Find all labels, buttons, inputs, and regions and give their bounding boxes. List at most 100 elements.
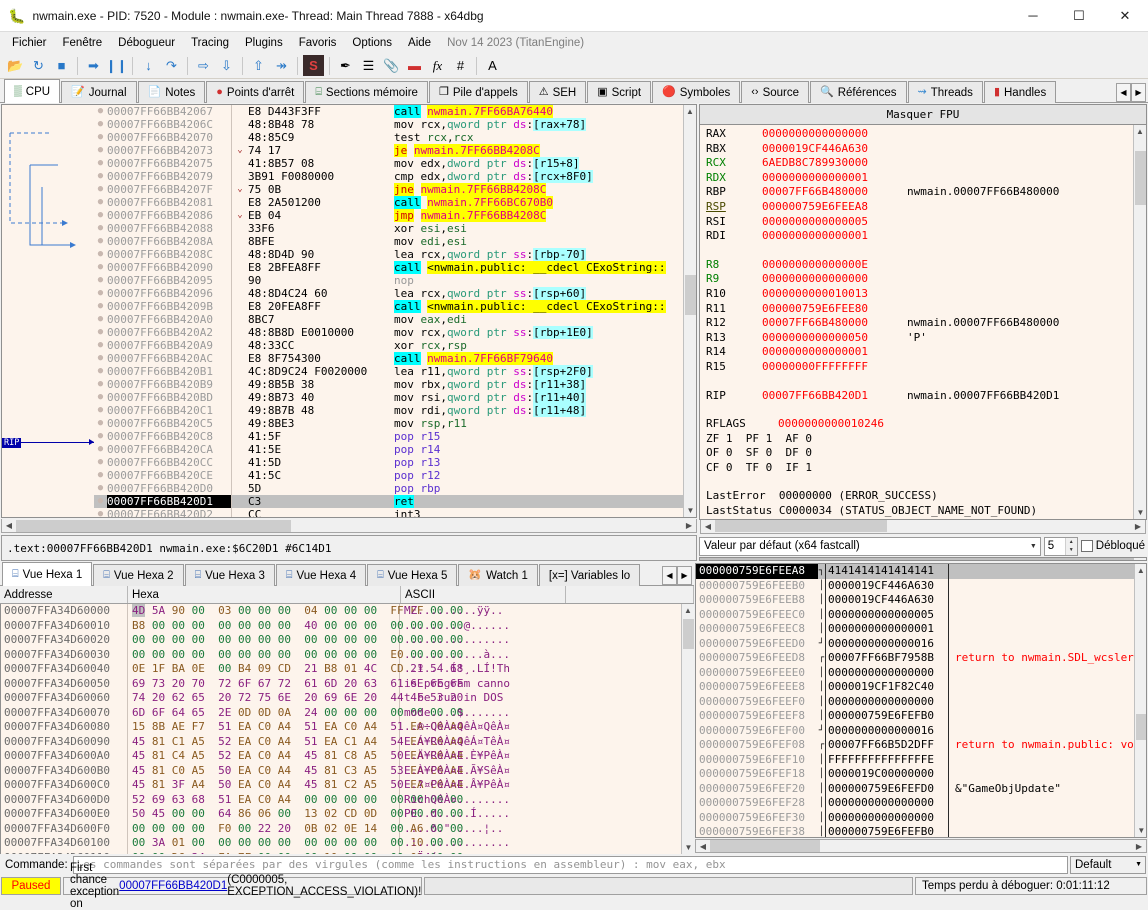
breakpoint-dot-icon[interactable]: ● xyxy=(94,404,107,417)
register-row[interactable]: R10 0000000000010013 xyxy=(706,287,1133,302)
dump-hex-bytes[interactable]: 00 00 00 00 F0 00 22 20 0B 02 0E 14 00 A… xyxy=(128,821,463,836)
register-row[interactable]: R12 00007FF66B480000 nwmain.00007FF66B4800… xyxy=(706,316,1133,331)
scroll-up-icon[interactable]: ▲ xyxy=(684,105,696,118)
scroll-down-icon[interactable]: ▼ xyxy=(1134,506,1146,519)
disassembly-row[interactable]: ● 00007FF66BB420C8 41:5F pop r15 xyxy=(94,430,683,443)
step-over-icon[interactable]: ↷ xyxy=(161,55,182,76)
flag-line-1[interactable]: OF 0 SF 0 DF 0 xyxy=(706,446,1133,461)
breakpoint-dot-icon[interactable]: ● xyxy=(94,157,107,170)
register-value[interactable]: 00007FF66BB420D1 xyxy=(762,389,907,404)
rflags-value[interactable]: 0000000000010246 xyxy=(778,417,923,432)
run-to-user-code-icon[interactable]: ↠ xyxy=(271,55,292,76)
dump-row[interactable]: 00007FFA34D60050 69 73 20 70 72 6F 67 72 … xyxy=(1,676,681,691)
scroll-left-icon[interactable]: ◀ xyxy=(696,842,710,851)
register-value[interactable]: 00007FF66B480000 xyxy=(762,316,907,331)
register-value[interactable]: 0000000000000001 xyxy=(762,229,907,244)
dump-row[interactable]: 00007FFA34D60010 B8 00 00 00 00 00 00 00 … xyxy=(1,618,681,633)
step-into-icon[interactable]: ↓ xyxy=(138,55,159,76)
stack-row[interactable]: 000000759E6FEF08 ┌ 00007FF66B5D2DFF return … xyxy=(696,738,1134,753)
stack-value[interactable]: 000000759E6FEFB0 xyxy=(825,709,949,724)
disassembly-row[interactable]: ● 00007FF66BB420B1 4C:8D9C24 F0020000 lea r… xyxy=(94,365,683,378)
breakpoint-dot-icon[interactable]: ● xyxy=(94,222,107,235)
tab-journal[interactable]: 📝 Journal xyxy=(61,81,137,103)
disassembly-row[interactable]: ● 00007FF66BB420AC E8 8F754300 call nwmain.… xyxy=(94,352,683,365)
stack-panel[interactable]: 000000759E6FEEA8 ┐ 4141414141414141 0000007… xyxy=(695,563,1147,838)
tab-notes[interactable]: 📄 Notes xyxy=(137,81,206,103)
register-row[interactable]: R14 0000000000000001 xyxy=(706,345,1133,360)
stack-value[interactable]: 4141414141414141 xyxy=(825,564,949,579)
disassembly-row[interactable]: ● 00007FF66BB42086 ⌄ EB 04 jmp nwmain.7FF66B… xyxy=(94,209,683,222)
dump-hex-bytes[interactable]: 45 81 3F A4 50 EA C0 A4 45 81 C2 A5 50 E… xyxy=(128,778,463,793)
hscroll-thumb[interactable] xyxy=(16,519,291,532)
disassembly-row[interactable]: ● 00007FF66BB420BD 49:8B73 40 mov rsi,qword… xyxy=(94,391,683,404)
stack-value[interactable]: 000000759E6FEFD0 xyxy=(825,781,949,796)
run-to-icon[interactable]: ⇩ xyxy=(216,55,237,76)
register-value[interactable]: 00000000FFFFFFFF xyxy=(762,360,907,375)
disassembly-rows[interactable]: ● 00007FF66BB42067 E8 D443F3FF call nwmain.… xyxy=(94,105,683,517)
argument-row[interactable]: 1: rcx 6AEDB8C789930000 6AEDB8C789930000 xyxy=(700,557,1133,560)
scroll-thumb[interactable] xyxy=(1135,714,1146,740)
dump-row[interactable]: 00007FFA34D600B0 45 81 C0 A5 50 EA C0 A4 … xyxy=(1,763,681,778)
disassembly-row[interactable]: ● 00007FF66BB420A9 48:33CC xor rcx,rsp xyxy=(94,339,683,352)
scroll-thumb[interactable] xyxy=(1135,151,1146,205)
run-icon[interactable]: ➡ xyxy=(83,55,104,76)
command-input[interactable]: Les commandes sont séparées par des virg… xyxy=(72,855,1068,874)
register-row[interactable]: R15 00000000FFFFFFFF xyxy=(706,360,1133,375)
breakpoint-dot-icon[interactable]: ● xyxy=(94,339,107,352)
argument-count-stepper[interactable]: 5 ▲ ▼ xyxy=(1043,536,1078,556)
register-row[interactable]: RSP 000000759E6FEEA8 xyxy=(706,200,1133,215)
dump-row[interactable]: 00007FFA34D60060 74 20 62 65 20 72 75 6E … xyxy=(1,691,681,706)
stack-row[interactable]: 000000759E6FEF28 │ 0000000000000000 xyxy=(696,796,1134,811)
dump-hex-bytes[interactable]: 69 73 20 70 72 6F 67 72 61 6D 20 63 61 6… xyxy=(128,676,463,691)
stack-row[interactable]: 000000759E6FEEE0 │ 0000000000000000 xyxy=(696,665,1134,680)
disassembly-row[interactable]: ● 00007FF66BB4208C 48:8D4D 90 lea rcx,qword… xyxy=(94,248,683,261)
scroll-down-icon[interactable]: ▼ xyxy=(1135,824,1146,837)
stack-value[interactable]: FFFFFFFFFFFFFFFE xyxy=(825,752,949,767)
menu-item-plugins[interactable]: Plugins xyxy=(237,35,291,51)
stack-value[interactable]: 0000000000000000 xyxy=(825,665,949,680)
tab-cpu[interactable]: ▒ CPU xyxy=(4,79,61,103)
dump-hex-bytes[interactable]: 00 00 00 00 00 00 00 00 00 00 00 00 E0 0… xyxy=(128,647,463,662)
breakpoint-dot-icon[interactable]: ● xyxy=(94,248,107,261)
dump-column-headers[interactable]: Addresse Hexa ASCII xyxy=(0,586,694,604)
register-row[interactable]: RDI 0000000000000001 xyxy=(706,229,1133,244)
stepper-arrows[interactable]: ▲ ▼ xyxy=(1064,537,1077,555)
dump-tab--x-variables-lo[interactable]: [x=] Variables lo xyxy=(538,564,641,586)
breakpoint-dot-icon[interactable]: ● xyxy=(94,131,107,144)
dump-hex-bytes[interactable]: 45 81 C1 A5 52 EA C0 A4 51 EA C1 A4 54 E… xyxy=(128,734,463,749)
stack-value[interactable]: 0000000000000000 xyxy=(825,796,949,811)
register-row[interactable]: RCX 6AEDB8C789930000 xyxy=(706,156,1133,171)
register-value[interactable]: 0000019CF446A630 xyxy=(762,142,907,157)
command-scope-select[interactable]: Default ▼ xyxy=(1070,855,1146,874)
tab-r-f-rences[interactable]: 🔍 Références xyxy=(810,81,907,103)
patch-icon[interactable]: ✒ xyxy=(335,55,356,76)
register-row[interactable]: R11 000000759E6FEE80 xyxy=(706,302,1133,317)
register-row[interactable]: RSI 0000000000000005 xyxy=(706,215,1133,230)
scroll-left-icon[interactable]: ◀ xyxy=(701,522,715,531)
disassembly-row[interactable]: ● 00007FF66BB420D1 C3 ret xyxy=(94,495,683,508)
log-icon[interactable]: ☰ xyxy=(358,55,379,76)
breakpoint-dot-icon[interactable]: ● xyxy=(94,287,107,300)
step-out-icon[interactable]: ⇨ xyxy=(193,55,214,76)
dump-header-hex[interactable]: Hexa xyxy=(128,586,401,603)
tab-symboles[interactable]: 🔴 Symboles xyxy=(652,81,741,103)
scroll-thumb[interactable] xyxy=(685,275,696,315)
hscroll-track[interactable] xyxy=(710,840,1132,852)
breakpoint-icon[interactable]: ▬ xyxy=(404,55,425,76)
menu-item-fichier[interactable]: Fichier xyxy=(4,35,55,51)
scroll-down-icon[interactable]: ▼ xyxy=(682,841,694,854)
scroll-up-icon[interactable]: ▲ xyxy=(1135,564,1146,577)
dump-row[interactable]: 00007FFA34D60100 00 3A 01 00 00 00 00 00 … xyxy=(1,836,681,851)
hash-icon[interactable]: # xyxy=(450,55,471,76)
breakpoint-dot-icon[interactable]: ● xyxy=(94,391,107,404)
attach-icon[interactable]: A xyxy=(482,55,503,76)
dump-tab-vue-hexa-1[interactable]: ⌸ Vue Hexa 1 xyxy=(2,562,93,586)
dump-tab-watch-1[interactable]: 🐹 Watch 1 xyxy=(458,564,538,586)
scroll-right-icon[interactable]: ▶ xyxy=(1131,522,1145,531)
scylla-icon[interactable]: S xyxy=(303,55,324,76)
breakpoint-dot-icon[interactable]: ● xyxy=(94,352,107,365)
stack-value[interactable]: 0000000000000016 xyxy=(825,723,949,738)
breakpoint-dot-icon[interactable]: ● xyxy=(94,300,107,313)
register-row[interactable]: R13 0000000000000050 'P' xyxy=(706,331,1133,346)
stack-vscrollbar[interactable]: ▲ ▼ xyxy=(1133,564,1146,837)
